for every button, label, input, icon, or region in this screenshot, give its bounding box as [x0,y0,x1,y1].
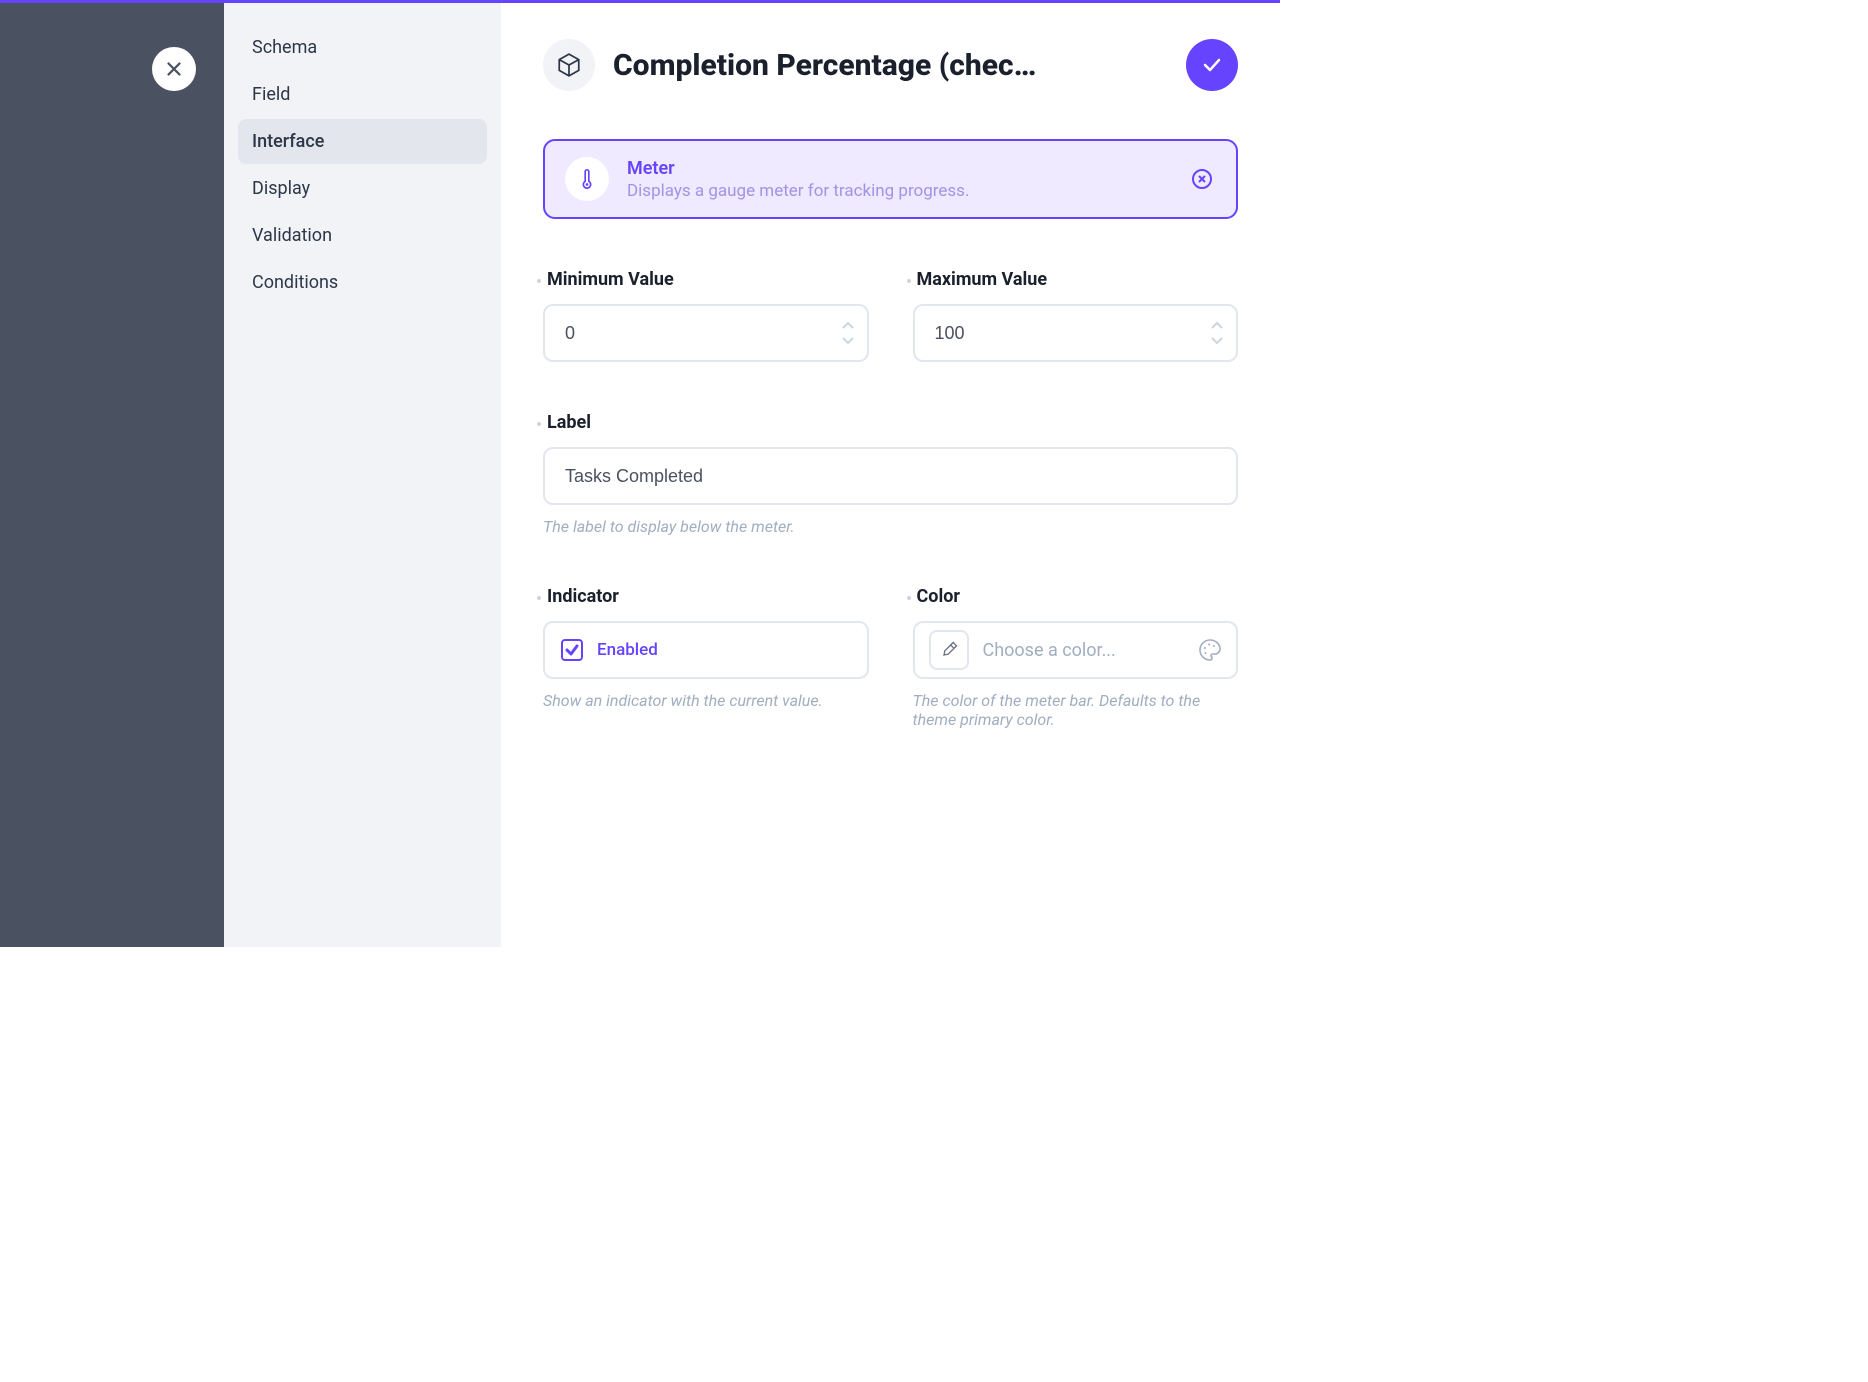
main-panel: Completion Percentage (chec… Meter Displ… [501,3,1280,947]
chip-title: Meter [627,158,1170,179]
checkbox-label: Enabled [597,640,658,660]
label-minimum: Minimum Value [543,269,869,290]
label-indicator: Indicator [543,586,869,607]
label-label: Label [543,412,1238,433]
nav-sidebar: Schema Field Interface Display Validatio… [224,3,501,947]
box-icon [556,52,582,78]
maximum-value-input-wrap [913,304,1239,362]
field-indicator: Indicator Enabled Show an indicator with… [543,586,869,729]
checkbox [561,639,583,661]
check-small-icon [565,643,579,657]
chip-description: Displays a gauge meter for tracking prog… [627,181,1170,201]
maximum-value-input[interactable] [935,323,1193,344]
indicator-checkbox[interactable]: Enabled [543,621,869,679]
row-indicator-color: Indicator Enabled Show an indicator with… [543,586,1238,729]
chip-icon-wrap [565,157,609,201]
header-icon-wrap [543,39,595,91]
color-input-wrap: Choose a color... [913,621,1239,679]
palette-button[interactable] [1198,638,1222,662]
minimum-value-input[interactable] [565,323,823,344]
eyedropper-button[interactable] [929,630,969,670]
clear-selection-button[interactable] [1188,165,1216,193]
chevron-up-icon[interactable] [1210,321,1224,331]
nav-item-display[interactable]: Display [238,166,487,211]
chip-text: Meter Displays a gauge meter for trackin… [627,158,1170,201]
cancel-icon [1190,167,1214,191]
nav-item-validation[interactable]: Validation [238,213,487,258]
page-title: Completion Percentage (chec… [613,48,1168,83]
field-maximum: Maximum Value [913,269,1239,362]
label-color: Color [913,586,1239,607]
help-color: The color of the meter bar. Defaults to … [913,691,1239,729]
eyedropper-icon [939,640,959,660]
color-placeholder[interactable]: Choose a color... [983,640,1185,661]
close-button[interactable] [152,47,196,91]
field-label: Label The label to display below the met… [543,412,1238,536]
thermometer-icon [576,168,598,190]
label-input-wrap [543,447,1238,505]
nav-item-conditions[interactable]: Conditions [238,260,487,305]
interface-selection-chip[interactable]: Meter Displays a gauge meter for trackin… [543,139,1238,219]
nav-item-schema[interactable]: Schema [238,25,487,70]
drawer-viewport: Schema Field Interface Display Validatio… [0,0,1280,947]
check-icon [1200,53,1224,77]
save-button[interactable] [1186,39,1238,91]
chevron-down-icon[interactable] [841,335,855,345]
minimum-value-input-wrap [543,304,869,362]
palette-icon [1198,638,1222,662]
chevron-up-icon[interactable] [841,321,855,331]
label-input[interactable] [565,466,1216,487]
help-label: The label to display below the meter. [543,517,1238,536]
field-color: Color Choose a color... The color of the… [913,586,1239,729]
close-icon [163,58,185,80]
row-min-max: Minimum Value Maximum Value [543,269,1238,362]
help-indicator: Show an indicator with the current value… [543,691,869,710]
backdrop[interactable] [0,3,224,947]
label-maximum: Maximum Value [913,269,1239,290]
field-minimum: Minimum Value [543,269,869,362]
row-label: Label The label to display below the met… [543,412,1238,536]
chevron-down-icon[interactable] [1210,335,1224,345]
header: Completion Percentage (chec… [543,39,1238,91]
nav-item-interface[interactable]: Interface [238,119,487,164]
nav-item-field[interactable]: Field [238,72,487,117]
